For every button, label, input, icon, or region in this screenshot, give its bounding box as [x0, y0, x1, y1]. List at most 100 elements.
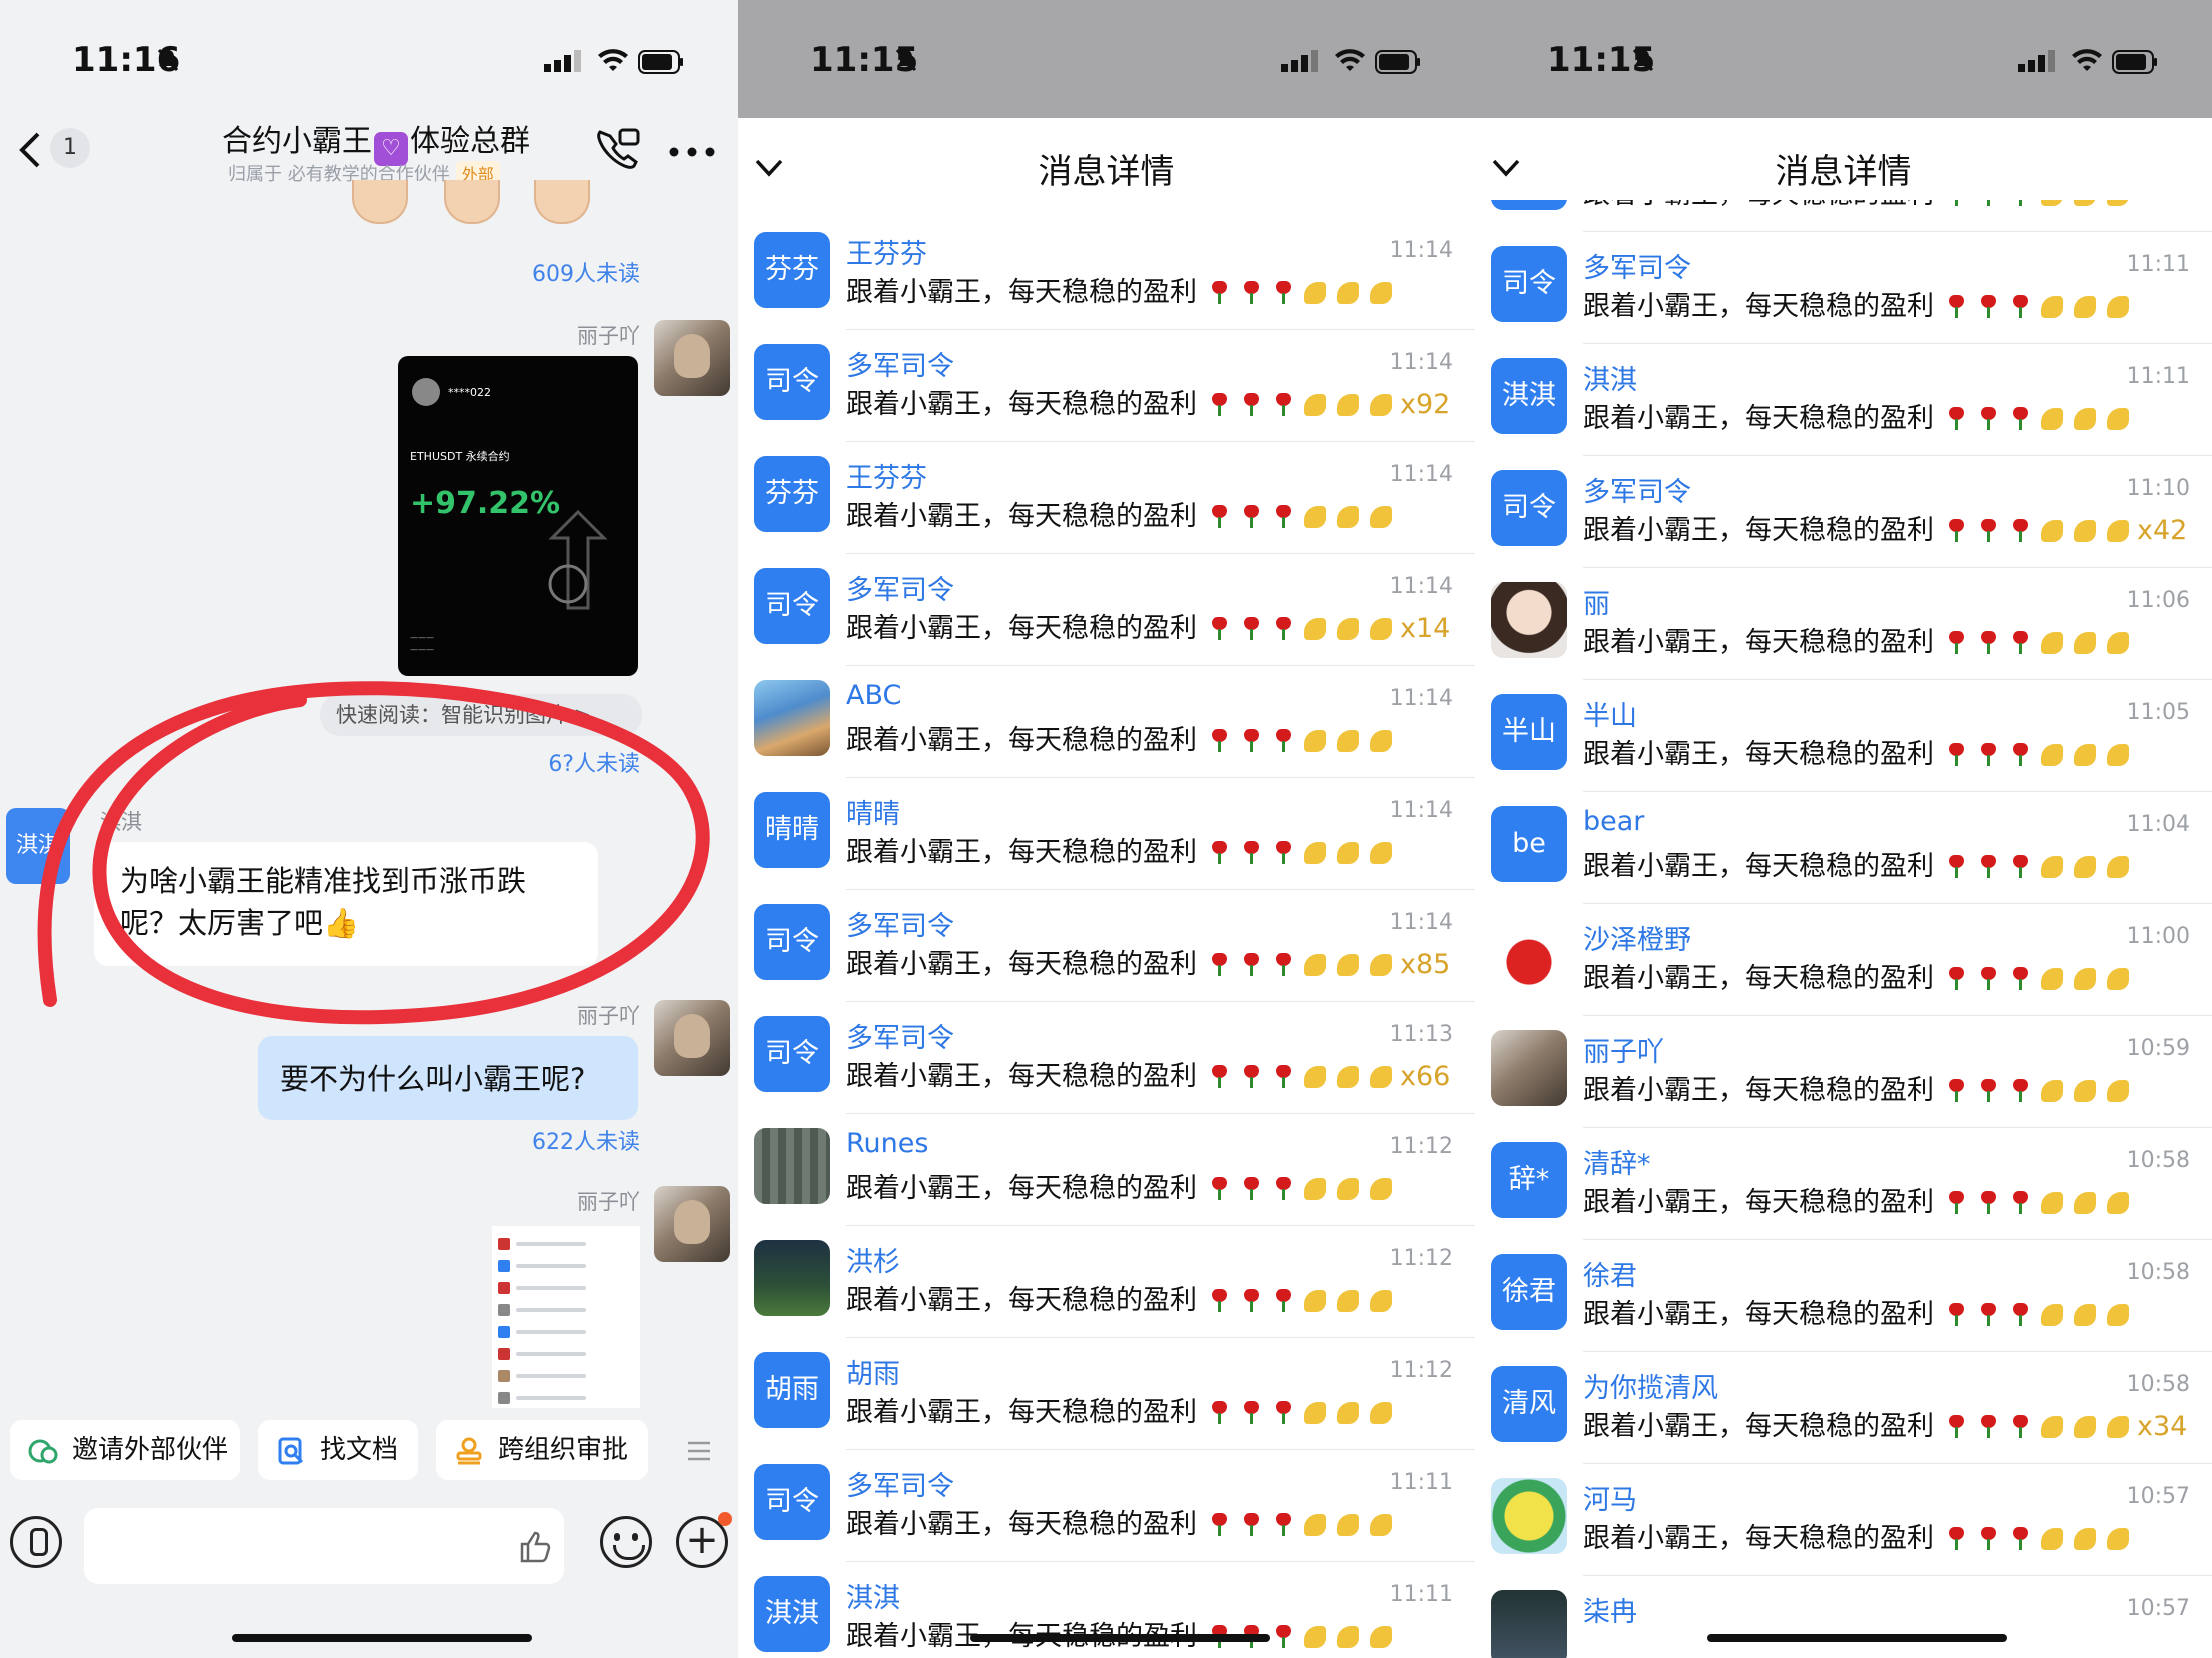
thumbs-up-icon[interactable] — [518, 1530, 552, 1564]
avatar[interactable]: 徐君 — [1491, 1254, 1567, 1330]
avatar[interactable] — [1491, 1030, 1567, 1106]
sender-name[interactable]: 多军司令 — [846, 568, 954, 607]
unread-count[interactable]: 609人未读 — [532, 256, 640, 288]
shared-image-card[interactable]: ****022 ETHUSDT 永续合约 +97.22% ——— ——— — [398, 356, 638, 676]
sender-name[interactable]: Runes — [846, 1128, 928, 1159]
sender-name[interactable]: 柒冉 — [1583, 1590, 1637, 1629]
reply-row[interactable]: 司令 多军司令 11:13 跟着小霸王，每天稳稳的盈利 x66 — [738, 1002, 1475, 1114]
back-unread-badge[interactable]: 1 — [50, 128, 90, 168]
reply-row[interactable]: 丽 11:06 跟着小霸王，每天稳稳的盈利 — [1475, 568, 2212, 680]
sender-name[interactable]: 为你揽清风 — [1583, 1366, 1718, 1405]
avatar[interactable]: 司令 — [754, 568, 830, 644]
avatar[interactable]: 晴晴 — [754, 792, 830, 868]
reply-row[interactable]: 司令 多军司令 11:14 跟着小霸王，每天稳稳的盈利 x85 — [738, 890, 1475, 1002]
group-call-icon[interactable] — [592, 126, 642, 170]
sender-name[interactable]: 多军司令 — [846, 904, 954, 943]
reply-row[interactable]: 芬芬 王芬芬 11:14 跟着小霸王，每天稳稳的盈利 — [738, 218, 1475, 330]
avatar[interactable] — [654, 1186, 730, 1262]
sender-name[interactable]: 半山 — [1583, 694, 1637, 733]
message-input[interactable] — [84, 1508, 564, 1584]
avatar[interactable]: 司令 — [754, 1464, 830, 1540]
reply-row[interactable]: 清风 为你揽清风 10:58 跟着小霸王，每天稳稳的盈利 x34 — [1475, 1352, 2212, 1464]
reply-row[interactable]: 柒冉 10:57 — [1475, 1576, 2212, 1658]
avatar[interactable] — [754, 1240, 830, 1316]
cross-org-approval-button[interactable]: 跨组织审批 — [436, 1420, 648, 1480]
emoji-icon[interactable] — [600, 1516, 652, 1568]
reply-row[interactable]: 跟着小霸王，每天稳稳的盈利 — [1475, 200, 2212, 232]
sender-avatar-tag[interactable]: 淇淇 — [6, 808, 70, 884]
reply-row[interactable]: 淇淇淇淇11:11跟着小霸王，每天稳稳的盈利 — [1475, 344, 2212, 456]
back-chevron-icon[interactable] — [16, 130, 44, 170]
avatar[interactable] — [1491, 200, 1567, 210]
sender-name[interactable]: 河马 — [1583, 1478, 1637, 1517]
sender-name[interactable]: 淇淇 — [1583, 358, 1637, 397]
avatar[interactable] — [754, 1128, 830, 1204]
reply-row[interactable]: 芬芬 王芬芬 11:14 跟着小霸王，每天稳稳的盈利 — [738, 442, 1475, 554]
reply-row[interactable]: 司令 多军司令 11:11 跟着小霸王，每天稳稳的盈利 — [738, 1450, 1475, 1562]
avatar[interactable] — [1491, 582, 1567, 658]
sender-name[interactable]: 丽子吖 — [1583, 1030, 1664, 1069]
unread-count[interactable]: 622人未读 — [532, 1124, 640, 1156]
avatar[interactable] — [654, 320, 730, 396]
reply-row[interactable]: 司令 多军司令 11:10 跟着小霸王，每天稳稳的盈利 x42 — [1475, 456, 2212, 568]
avatar[interactable]: 司令 — [754, 1016, 830, 1092]
sender-name[interactable]: 沙泽橙野 — [1583, 918, 1691, 957]
chat-title[interactable]: 合约小霸王 ♡ 体验总群 — [222, 116, 530, 166]
avatar[interactable]: 司令 — [754, 344, 830, 420]
reply-row[interactable]: ABC 11:14 跟着小霸王，每天稳稳的盈利 — [738, 666, 1475, 778]
reply-row[interactable]: 淇淇淇淇11:11跟着小霸王，每天稳稳的盈利 — [738, 1562, 1475, 1658]
sender-name[interactable]: 洪杉 — [846, 1240, 900, 1279]
sender-name[interactable]: 多军司令 — [846, 344, 954, 383]
sender-name[interactable]: 多军司令 — [1583, 246, 1691, 285]
quick-read-link[interactable]: 快速阅读：智能识别图片 > — [320, 694, 642, 736]
sender-name[interactable]: 晴晴 — [846, 792, 900, 831]
avatar[interactable]: 胡雨 — [754, 1352, 830, 1428]
reply-row[interactable]: 半山 半山 11:05 跟着小霸王，每天稳稳的盈利 — [1475, 680, 2212, 792]
microphone-icon[interactable] — [10, 1516, 62, 1568]
reply-row[interactable]: Runes 11:12 跟着小霸王，每天稳稳的盈利 — [738, 1114, 1475, 1226]
sender-name[interactable]: 多军司令 — [846, 1016, 954, 1055]
more-icon[interactable] — [668, 146, 716, 158]
avatar[interactable]: 司令 — [1491, 246, 1567, 322]
unread-count[interactable]: 6?人未读 — [548, 746, 640, 778]
reply-row[interactable]: 胡雨 胡雨 11:12 跟着小霸王，每天稳稳的盈利 — [738, 1338, 1475, 1450]
sender-name[interactable]: 多军司令 — [846, 1464, 954, 1503]
find-doc-button[interactable]: 找文档 — [258, 1420, 418, 1480]
sender-name[interactable]: 多军司令 — [1583, 470, 1691, 509]
reply-row[interactable]: 司令 多军司令 11:14 跟着小霸王，每天稳稳的盈利 x14 — [738, 554, 1475, 666]
sender-name[interactable]: 清辞* — [1583, 1142, 1651, 1181]
sender-name[interactable]: 丽 — [1583, 582, 1610, 621]
reply-row[interactable]: 辞* 清辞* 10:58 跟着小霸王，每天稳稳的盈利 — [1475, 1128, 2212, 1240]
message-bubble-self[interactable]: 要不为什么叫小霸王呢? — [258, 1036, 638, 1120]
avatar[interactable]: 芬芬 — [754, 232, 830, 308]
avatar[interactable]: 半山 — [1491, 694, 1567, 770]
reply-row[interactable]: be bear 11:04 跟着小霸王，每天稳稳的盈利 — [1475, 792, 2212, 904]
avatar[interactable]: 清风 — [1491, 1366, 1567, 1442]
reply-row[interactable]: 洪杉 11:12 跟着小霸王，每天稳稳的盈利 — [738, 1226, 1475, 1338]
avatar[interactable] — [1491, 1478, 1567, 1554]
sender-name[interactable]: 胡雨 — [846, 1352, 900, 1391]
reply-row[interactable]: 徐君 徐君 10:58 跟着小霸王，每天稳稳的盈利 — [1475, 1240, 2212, 1352]
avatar[interactable]: 淇淇 — [754, 1576, 830, 1652]
avatar[interactable]: 芬芬 — [754, 456, 830, 532]
reply-row[interactable]: 司令 多军司令 11:14 跟着小霸王，每天稳稳的盈利 x92 — [738, 330, 1475, 442]
invite-partner-button[interactable]: 邀请外部伙伴 — [10, 1420, 240, 1480]
avatar[interactable]: 淇淇 — [1491, 358, 1567, 434]
sender-name[interactable]: 徐君 — [1583, 1254, 1637, 1293]
avatar[interactable] — [1491, 1590, 1567, 1658]
message-bubble[interactable]: 为啥小霸王能精准找到币涨币跌呢？太厉害了吧👍 — [94, 842, 598, 966]
sender-name[interactable]: 王芬芬 — [846, 232, 927, 271]
avatar[interactable]: 司令 — [754, 904, 830, 980]
sender-name[interactable]: bear — [1583, 806, 1644, 837]
sender-name[interactable]: 王芬芬 — [846, 456, 927, 495]
reply-row[interactable]: 沙泽橙野 11:00 跟着小霸王，每天稳稳的盈利 — [1475, 904, 2212, 1016]
reply-row[interactable]: 河马 10:57 跟着小霸王，每天稳稳的盈利 — [1475, 1464, 2212, 1576]
reply-row[interactable]: 晴晴 晴晴 11:14 跟着小霸王，每天稳稳的盈利 — [738, 778, 1475, 890]
avatar[interactable]: 辞* — [1491, 1142, 1567, 1218]
avatar[interactable] — [754, 680, 830, 756]
menu-icon[interactable] — [686, 1440, 712, 1462]
avatar[interactable]: be — [1491, 806, 1567, 882]
avatar[interactable] — [1491, 918, 1567, 994]
screenshot-thumbnail[interactable] — [492, 1226, 640, 1408]
sender-name[interactable]: ABC — [846, 680, 901, 711]
